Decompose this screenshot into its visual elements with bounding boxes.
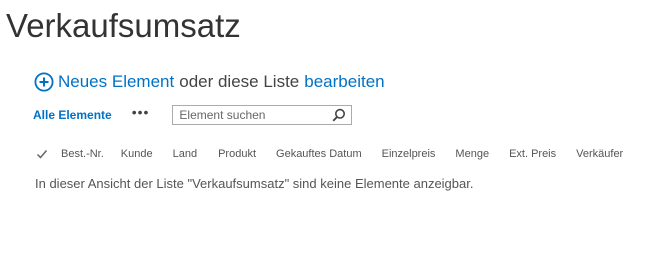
empty-list-message: In dieser Ansicht der Liste "Verkaufsums… (35, 176, 474, 191)
search-input[interactable] (173, 106, 330, 124)
column-header-row: Best.-Nr. Kunde Land Produkt Gekauftes D… (36, 148, 623, 160)
column-header-country[interactable]: Land (173, 148, 197, 160)
more-views-button[interactable]: ••• (132, 104, 150, 120)
new-item-link[interactable]: Neues Element (58, 71, 174, 93)
view-toolbar: Alle Elemente ••• (33, 104, 353, 125)
column-header-salesperson[interactable]: Verkäufer (576, 148, 623, 160)
column-header-quantity[interactable]: Menge (455, 148, 489, 160)
or-text: oder diese Liste (179, 72, 300, 91)
column-header-product[interactable]: Produkt (218, 148, 256, 160)
column-header-purchase-date[interactable]: Gekauftes Datum (276, 148, 362, 160)
column-header-unit-price[interactable]: Einzelpreis (382, 148, 436, 160)
search-box[interactable] (172, 105, 353, 125)
column-header-ext-price[interactable]: Ext. Preis (509, 148, 556, 160)
new-item-row: Neues Element oder diese Liste bearbeite… (34, 71, 385, 93)
edit-list-link[interactable]: bearbeiten (304, 71, 384, 93)
add-circle-icon[interactable] (34, 72, 54, 92)
select-all-check-icon[interactable] (36, 148, 48, 160)
search-icon[interactable] (332, 108, 346, 122)
column-header-customer[interactable]: Kunde (121, 148, 153, 160)
column-header-order-number[interactable]: Best.-Nr. (61, 148, 104, 160)
view-all-items-link[interactable]: Alle Elemente (33, 108, 112, 122)
page-title: Verkaufsumsatz (6, 7, 241, 44)
